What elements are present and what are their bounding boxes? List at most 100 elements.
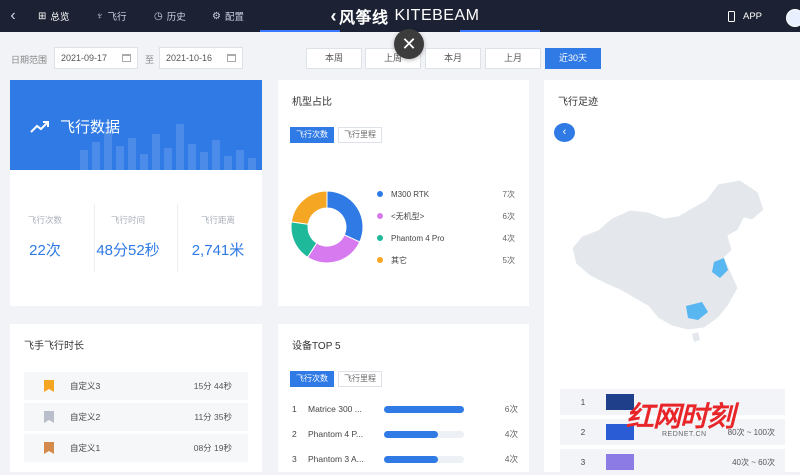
map-legend-row: 3 40次 ~ 60次 [560, 449, 785, 475]
start-date-value: 2021-09-17 [61, 53, 108, 63]
table-row: 3 Phantom 3 A... 4次 [292, 452, 518, 466]
flight-data-card: 飞行数据 飞行次数 22次 飞行时间 48分52秒 飞行距离 2,741米 [10, 80, 262, 306]
pilot-duration: 11分 35秒 [194, 412, 232, 422]
donut-slice[interactable] [326, 190, 364, 243]
phone-icon [728, 10, 735, 22]
brand-name-en: KITEBEAM [394, 7, 480, 24]
watermark-logo: 红网时刻 [626, 401, 735, 432]
period-this-week-button[interactable]: 本周 [306, 48, 362, 69]
legend-name: <无机型> [391, 211, 425, 221]
tab-settings[interactable]: ⚙ 配置 [212, 0, 244, 32]
device-rank: 1 [292, 404, 297, 414]
pilot-name: 自定义1 [70, 443, 101, 453]
flight-data-title: 飞行数据 [60, 119, 121, 136]
app-label: APP [743, 10, 763, 22]
device-count: 4次 [504, 429, 518, 439]
legend-name: M300 RTK [391, 189, 430, 199]
china-map [571, 179, 765, 342]
period-last-month-button[interactable]: 上月 [485, 48, 541, 69]
tab-flight-mileage[interactable]: 飞行里程 [338, 371, 382, 387]
legend-rank: 2 [580, 427, 586, 437]
tab-label: 飞行 [107, 12, 127, 23]
donut-slice[interactable] [290, 190, 328, 225]
model-share-donut [290, 190, 364, 264]
device-bar [384, 455, 438, 463]
tab-flight-count[interactable]: 飞行次数 [290, 371, 334, 387]
tab-flight[interactable]: ♆ 飞行 [96, 0, 127, 32]
app-download-link[interactable]: APP [728, 0, 762, 32]
back-button[interactable]: ‹ [4, 6, 22, 26]
pilot-name: 自定义2 [70, 412, 101, 422]
tab-history[interactable]: ◷ 历史 [154, 0, 186, 32]
legend-count: 4次 [502, 233, 515, 243]
legend-name: Phantom 4 Pro [391, 233, 445, 243]
device-rank: 3 [292, 454, 297, 464]
model-share-card: 机型占比 飞行次数 飞行里程 M300 RTK 7次 <无机型> 6次 Phan… [278, 80, 529, 306]
pilot-duration-title: 飞手飞行时长 [24, 341, 84, 352]
legend-name: 其它 [391, 255, 407, 265]
legend-dot [377, 257, 383, 263]
map-mainland[interactable] [571, 179, 765, 331]
donut-slice[interactable] [306, 234, 361, 264]
device-bar-track [384, 430, 464, 438]
calendar-icon [122, 54, 131, 62]
to-label: 至 [145, 55, 155, 65]
top-navigation-bar: ‹ ⊞ 总览 ♆ 飞行 ◷ 历史 ⚙ 配置 ‹ 风筝线 KITEBEAM APP [0, 0, 800, 32]
tab-flight-mileage[interactable]: 飞行里程 [338, 127, 382, 143]
drone-icon: ♆ [96, 10, 104, 22]
legend-rank: 3 [580, 457, 586, 467]
device-top5-title: 设备TOP 5 [292, 341, 341, 352]
legend-range: 80次 ~ 100次 [727, 427, 775, 437]
close-button[interactable]: ✕ [394, 29, 424, 59]
brand-name-cn: 风筝线 [339, 10, 389, 27]
legend-rank: 1 [580, 397, 586, 407]
stat-flight-time: 飞行时间 48分52秒 [86, 214, 170, 260]
end-date-value: 2021-10-16 [166, 53, 213, 63]
period-last-30-days-button[interactable]: 近30天 [545, 48, 601, 69]
avatar[interactable] [786, 9, 800, 27]
trending-up-icon [30, 120, 49, 133]
kite-logo-icon: ‹ [330, 5, 338, 26]
stat-flight-distance: 飞行距离 2,741米 [176, 214, 260, 260]
stat-value: 22次 [29, 242, 61, 259]
table-row: 1 Matrice 300 ... 6次 [292, 402, 518, 416]
pilot-duration: 08分 19秒 [193, 443, 232, 453]
device-name: Phantom 3 A... [308, 454, 364, 464]
device-bar [384, 405, 464, 413]
legend-dot [377, 235, 383, 241]
tab-label: 配置 [224, 12, 244, 23]
start-date-input[interactable]: 2021-09-17 [54, 47, 138, 69]
map-back-button[interactable]: ‹ [554, 123, 575, 142]
period-this-month-button[interactable]: 本月 [425, 48, 481, 69]
list-item[interactable]: 自定义2 11分 35秒 [24, 403, 248, 431]
tab-flight-count[interactable]: 飞行次数 [290, 127, 334, 143]
bronze-medal-icon [44, 442, 54, 454]
dashboard-icon: ⊞ [38, 10, 47, 22]
calendar-icon [227, 54, 236, 62]
device-rank: 2 [292, 429, 297, 439]
legend-count: 7次 [502, 189, 515, 199]
legend-row: Phantom 4 Pro 4次 [377, 232, 515, 244]
list-item[interactable]: 自定义1 08分 19秒 [24, 434, 248, 462]
tab-overview[interactable]: ⊞ 总览 [38, 0, 69, 32]
stat-value: 48分52秒 [96, 242, 160, 259]
pilot-duration-card: 飞手飞行时长 自定义3 15分 44秒 自定义2 11分 35秒 自定义1 08… [10, 324, 262, 472]
stat-value: 2,741米 [191, 242, 245, 259]
flight-data-title-wrap: 飞行数据 [30, 116, 120, 137]
legend-row: 其它 5次 [377, 254, 515, 266]
device-count: 4次 [504, 454, 518, 464]
end-date-input[interactable]: 2021-10-16 [159, 47, 243, 69]
table-row: 2 Phantom 4 P... 4次 [292, 427, 518, 441]
date-range-label: 日期范围 [11, 55, 48, 65]
stat-label: 飞行次数 [27, 215, 62, 225]
stat-label: 飞行距离 [200, 215, 235, 225]
model-share-title: 机型占比 [292, 97, 332, 108]
tab-label: 总览 [50, 12, 70, 23]
map-island[interactable] [692, 332, 700, 342]
device-name: Phantom 4 P... [308, 429, 364, 439]
pilot-name: 自定义3 [70, 381, 101, 391]
list-item[interactable]: 自定义3 15分 44秒 [24, 372, 248, 400]
legend-range: 40次 ~ 60次 [732, 457, 775, 467]
legend-count: 6次 [502, 211, 515, 221]
legend-swatch [606, 454, 634, 470]
